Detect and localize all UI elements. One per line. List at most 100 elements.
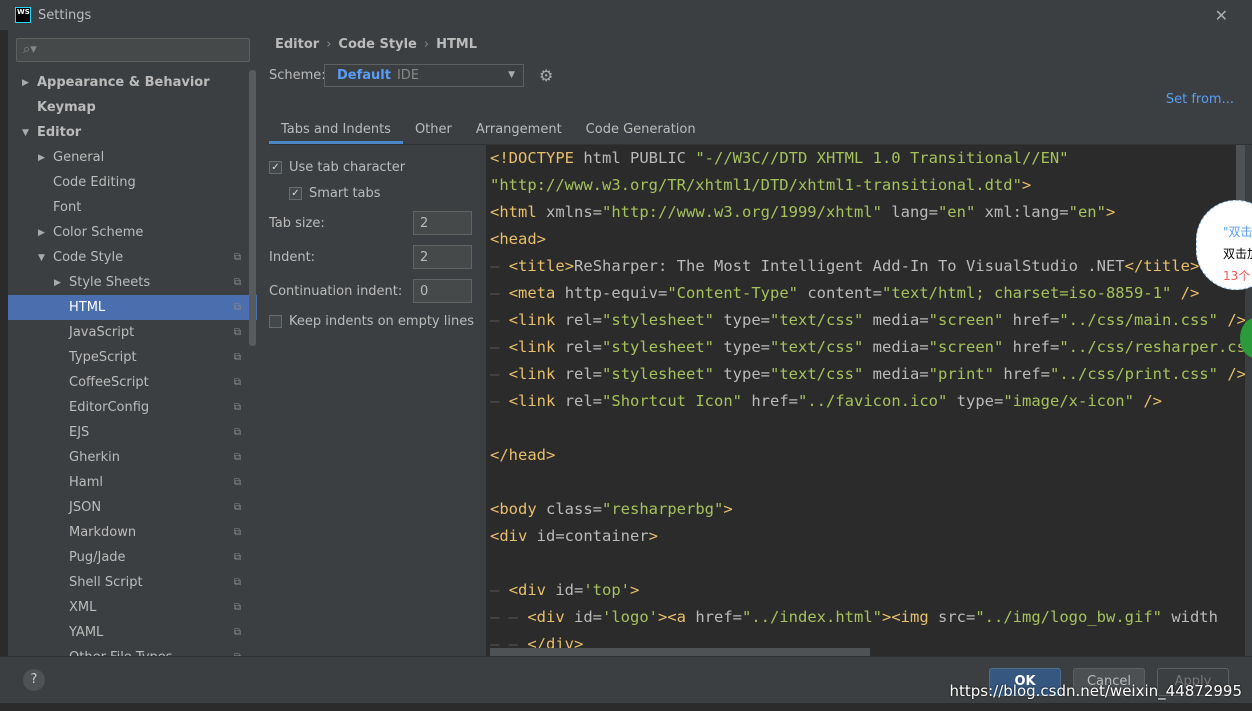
sidebar-item[interactable]: ▼ Code Style ⧉: [8, 245, 257, 270]
code-line: <body class="resharperbg">: [490, 500, 733, 518]
sidebar-item[interactable]: Haml ⧉: [8, 470, 257, 495]
sidebar-item[interactable]: ▼ Editor: [8, 120, 257, 145]
scheme-type: IDE: [396, 68, 420, 83]
keep-indents-checkbox[interactable]: Keep indents on empty lines: [269, 308, 486, 334]
use-tab-label: Use tab character: [289, 159, 406, 175]
code-line: — <div id='top'>: [490, 581, 640, 599]
copy-icon: ⧉: [233, 452, 241, 463]
code-line: — <title>ReSharper: The Most Intelligent…: [490, 257, 1200, 275]
chevron-right-icon[interactable]: ▶: [38, 153, 50, 163]
bubble-text: 双击加: [1223, 247, 1252, 261]
code-line: — <link rel="stylesheet" type="text/css"…: [490, 365, 1245, 383]
scheme-dropdown[interactable]: Default IDE ▼: [324, 64, 524, 87]
sidebar-item[interactable]: Pug/Jade ⧉: [8, 545, 257, 570]
chevron-right-icon[interactable]: ▶: [22, 78, 34, 88]
sidebar-item-label: Pug/Jade: [69, 550, 126, 565]
tab-tabs-and-indents[interactable]: Tabs and Indents: [269, 118, 403, 144]
sidebar-item[interactable]: ▶ Color Scheme: [8, 220, 257, 245]
use-tab-checkbox[interactable]: ✓ Use tab character: [269, 154, 486, 180]
copy-icon: ⧉: [233, 602, 241, 613]
sidebar-scrollbar[interactable]: [249, 70, 256, 346]
help-button[interactable]: ?: [23, 669, 45, 691]
sidebar-item[interactable]: HTML ⧉: [8, 295, 257, 320]
settings-dialog: WS Settings ✕ ⌕▾ ▶ Appearance & Behavior K…: [0, 0, 1252, 703]
sidebar-item[interactable]: Keymap: [8, 95, 257, 120]
sidebar-item[interactable]: YAML ⧉: [8, 620, 257, 645]
search-icon: ⌕▾: [23, 42, 37, 57]
sidebar-item[interactable]: Font: [8, 195, 257, 220]
continuation-indent-label: Continuation indent:: [269, 283, 403, 299]
tab-arrangement[interactable]: Arrangement: [464, 118, 574, 144]
sidebar-item[interactable]: ▶ General: [8, 145, 257, 170]
chevron-right-icon[interactable]: ▶: [38, 228, 50, 238]
set-from-link[interactable]: Set from...: [1166, 92, 1234, 107]
code-line: "http://www.w3.org/TR/xhtml1/DTD/xhtml1-…: [490, 176, 1032, 194]
sidebar-item-label: JSON: [69, 500, 102, 515]
gear-icon[interactable]: ⚙: [539, 66, 553, 85]
settings-sidebar: ⌕▾ ▶ Appearance & Behavior Keymap ▼ Editor ▶ G…: [8, 30, 257, 656]
copy-icon: ⧉: [233, 402, 241, 413]
sidebar-item-label: JavaScript: [69, 325, 135, 340]
close-icon[interactable]: ✕: [1215, 6, 1228, 25]
sidebar-item-label: Markdown: [69, 525, 137, 540]
copy-icon: ⧉: [233, 302, 241, 313]
horizontal-scrollbar[interactable]: [490, 648, 870, 656]
code-line: </head>: [490, 446, 556, 464]
sidebar-item[interactable]: EditorConfig ⧉: [8, 395, 257, 420]
sidebar-item[interactable]: EJS ⧉: [8, 420, 257, 445]
breadcrumb-item[interactable]: Editor: [275, 37, 319, 52]
tab-other[interactable]: Other: [403, 118, 464, 144]
scheme-label: Scheme:: [269, 68, 326, 83]
sidebar-item-label: Code Style: [53, 250, 124, 265]
breadcrumb: Editor › Code Style › HTML: [275, 37, 478, 52]
code-line: — <meta http-equiv="Content-Type" conten…: [490, 284, 1200, 302]
breadcrumb-item[interactable]: Code Style: [338, 37, 416, 52]
indent-row: Indent:: [269, 240, 486, 274]
smart-tabs-checkbox[interactable]: ✓ Smart tabs: [269, 180, 486, 206]
webstorm-logo: WS: [15, 7, 31, 23]
vertical-scrollbar[interactable]: [1236, 145, 1245, 201]
main-panel: Editor › Code Style › HTML Scheme: Default ID…: [258, 30, 1252, 656]
sidebar-item[interactable]: JavaScript ⧉: [8, 320, 257, 345]
sidebar-item-label: Gherkin: [69, 450, 121, 465]
sidebar-item-label: HTML: [69, 300, 106, 315]
indent-input[interactable]: [413, 245, 472, 269]
sidebar-item[interactable]: XML ⧉: [8, 595, 257, 620]
sidebar-item[interactable]: CoffeeScript ⧉: [8, 370, 257, 395]
sidebar-item-label: Code Editing: [53, 175, 136, 190]
copy-icon: ⧉: [233, 377, 241, 388]
sidebar-item-label: General: [53, 150, 105, 165]
sidebar-item[interactable]: Shell Script ⧉: [8, 570, 257, 595]
chevron-down-icon[interactable]: ▼: [22, 128, 34, 138]
copy-icon: ⧉: [233, 627, 241, 638]
code-preview: <!DOCTYPE html PUBLIC "-//W3C//DTD XHTML…: [486, 145, 1245, 656]
sidebar-item[interactable]: JSON ⧉: [8, 495, 257, 520]
sidebar-item[interactable]: ▶ Appearance & Behavior: [8, 70, 257, 95]
checkbox-unchecked-icon: [269, 314, 282, 328]
chevron-down-icon: ▼: [508, 70, 515, 80]
sidebar-item[interactable]: TypeScript ⧉: [8, 345, 257, 370]
chevron-down-icon[interactable]: ▼: [38, 253, 50, 263]
background-editor-strip: [0, 30, 8, 656]
sidebar-item-label: Font: [53, 200, 82, 215]
indent-label: Indent:: [269, 249, 316, 265]
sidebar-item-label: EditorConfig: [69, 400, 150, 415]
chevron-right-icon[interactable]: ▶: [54, 278, 66, 288]
sidebar-item-label: XML: [69, 600, 97, 615]
sidebar-item[interactable]: Code Editing: [8, 170, 257, 195]
sidebar-item[interactable]: Gherkin ⧉: [8, 445, 257, 470]
search-input[interactable]: ⌕▾: [16, 38, 250, 62]
continuation-indent-input[interactable]: [413, 279, 472, 303]
tab-size-input[interactable]: [413, 211, 472, 235]
sidebar-item[interactable]: ▶ Style Sheets ⧉: [8, 270, 257, 295]
sidebar-item[interactable]: Other File Types⧉: [8, 645, 257, 656]
bubble-text: 13个: [1223, 269, 1251, 283]
code-line: <html xmlns="http://www.w3.org/1999/xhtm…: [490, 203, 1116, 221]
sidebar-item[interactable]: Markdown ⧉: [8, 520, 257, 545]
sidebar-item-label: CoffeeScript: [69, 375, 149, 390]
tab-code-generation[interactable]: Code Generation: [574, 118, 708, 144]
checkbox-checked-icon: ✓: [289, 186, 302, 200]
